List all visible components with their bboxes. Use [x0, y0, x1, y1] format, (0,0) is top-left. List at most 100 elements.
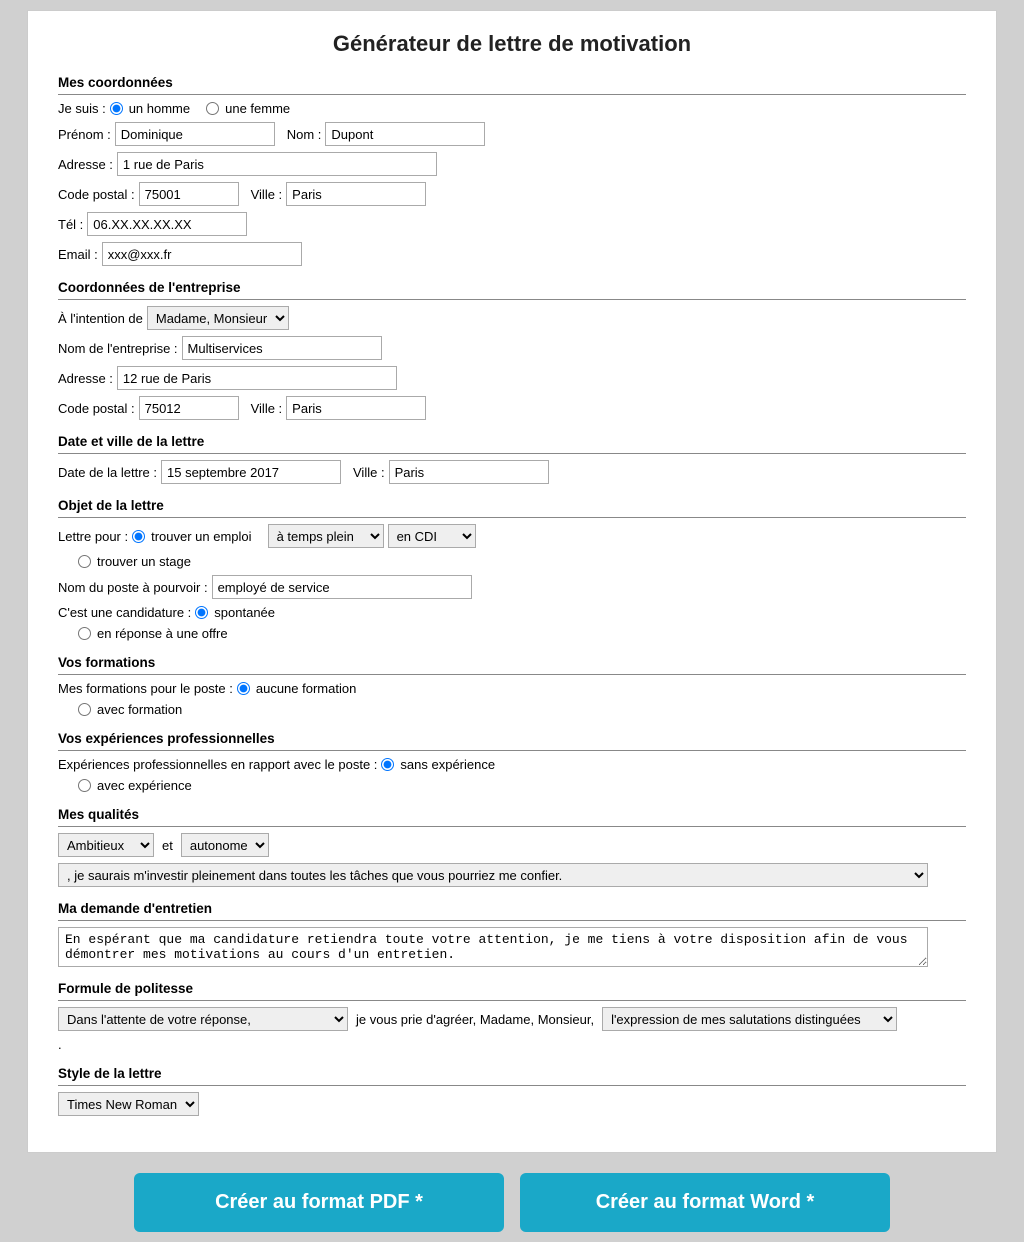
entreprise-nom-label: Nom de l'entreprise : [58, 341, 178, 356]
entreprise-adresse-row: Adresse : [58, 366, 966, 390]
entreprise-codepostal-row: Code postal : Ville : [58, 396, 966, 420]
emploi-radio[interactable] [132, 530, 145, 543]
style-font-select[interactable]: Times New Roman Arial Calibri Georgia [58, 1092, 199, 1116]
poste-row: Nom du poste à pourvoir : [58, 575, 966, 599]
gender-femme-label[interactable]: une femme [206, 101, 290, 116]
section-entretien-title: Ma demande d'entretien [58, 901, 966, 921]
date-ville-input[interactable] [389, 460, 549, 484]
entreprise-nom-row: Nom de l'entreprise : [58, 336, 966, 360]
stage-radio[interactable] [78, 555, 91, 568]
reponse-radio[interactable] [78, 627, 91, 640]
entretien-row: En espérant que ma candidature retiendra… [58, 927, 966, 967]
candidature-row: C'est une candidature : spontanée [58, 605, 966, 620]
experiences-row: Expériences professionnelles en rapport … [58, 757, 966, 772]
nom-label: Nom : [287, 127, 322, 142]
adresse-input[interactable] [117, 152, 437, 176]
qualite2-select[interactable]: autonome motivé organisé curieux [181, 833, 269, 857]
date-label: Date de la lettre : [58, 465, 157, 480]
entreprise-ville-label: Ville : [251, 401, 283, 416]
adresse-row: Adresse : [58, 152, 966, 176]
stage-radio-label[interactable]: trouver un stage [78, 554, 191, 569]
spontanee-radio[interactable] [195, 606, 208, 619]
lettre-pour-label: Lettre pour : [58, 529, 128, 544]
formule-fin-select[interactable]: l'expression de mes salutations distingu… [602, 1007, 897, 1031]
email-row: Email : [58, 242, 966, 266]
temps-select[interactable]: à temps plein à temps partiel [268, 524, 384, 548]
sans-exp-label[interactable]: sans expérience [381, 757, 495, 772]
section-entreprise-title: Coordonnées de l'entreprise [58, 280, 966, 300]
formule-milieu-text: je vous prie d'agréer, Madame, Monsieur, [356, 1012, 594, 1027]
avec-formation-label[interactable]: avec formation [78, 702, 182, 717]
date-row: Date de la lettre : Ville : [58, 460, 966, 484]
qualite1-select[interactable]: Ambitieux Sérieux Dynamique Créatif Rigo… [58, 833, 154, 857]
gender-label: Je suis : [58, 101, 106, 116]
entretien-textarea[interactable]: En espérant que ma candidature retiendra… [58, 927, 928, 967]
avec-exp-row: avec expérience [78, 778, 966, 793]
candidature-label: C'est une candidature : [58, 605, 191, 620]
section-style-title: Style de la lettre [58, 1066, 966, 1086]
codepostal-input[interactable] [139, 182, 239, 206]
entreprise-adresse-input[interactable] [117, 366, 397, 390]
section-objet-title: Objet de la lettre [58, 498, 966, 518]
create-word-button[interactable]: Créer au format Word * [520, 1173, 890, 1232]
avec-formation-row: avec formation [78, 702, 966, 717]
tel-input[interactable] [87, 212, 247, 236]
aucune-formation-label[interactable]: aucune formation [237, 681, 356, 696]
lettre-pour-row: Lettre pour : trouver un emploi à temps … [58, 524, 966, 548]
formule-dot: . [58, 1037, 966, 1052]
nom-input[interactable] [325, 122, 485, 146]
section-experiences-title: Vos expériences professionnelles [58, 731, 966, 751]
page-title: Générateur de lettre de motivation [58, 31, 966, 57]
gender-homme-radio[interactable] [110, 102, 123, 115]
section-coordonnees-title: Mes coordonnées [58, 75, 966, 95]
gender-femme-radio[interactable] [206, 102, 219, 115]
section-formule-title: Formule de politesse [58, 981, 966, 1001]
intention-select[interactable]: Madame, Monsieur Madame Monsieur Au resp… [147, 306, 289, 330]
gender-homme-label[interactable]: un homme [110, 101, 190, 116]
sans-exp-radio[interactable] [381, 758, 394, 771]
prenom-nom-row: Prénom : Nom : [58, 122, 966, 146]
formations-row: Mes formations pour le poste : aucune fo… [58, 681, 966, 696]
experiences-label: Expériences professionnelles en rapport … [58, 757, 377, 772]
entreprise-ville-input[interactable] [286, 396, 426, 420]
entreprise-nom-input[interactable] [182, 336, 382, 360]
adresse-label: Adresse : [58, 157, 113, 172]
ville-input[interactable] [286, 182, 426, 206]
tel-label: Tél : [58, 217, 83, 232]
poste-label: Nom du poste à pourvoir : [58, 580, 208, 595]
codepostal-label: Code postal : [58, 187, 135, 202]
spontanee-label[interactable]: spontanée [195, 605, 275, 620]
formule-debut-select[interactable]: Dans l'attente de votre réponse, En atte… [58, 1007, 348, 1031]
intention-label: À l'intention de [58, 311, 143, 326]
intention-row: À l'intention de Madame, Monsieur Madame… [58, 306, 966, 330]
qualites-row: Ambitieux Sérieux Dynamique Créatif Rigo… [58, 833, 966, 857]
reponse-row: en réponse à une offre [78, 626, 966, 641]
date-ville-label: Ville : [353, 465, 385, 480]
avec-exp-radio[interactable] [78, 779, 91, 792]
poste-input[interactable] [212, 575, 472, 599]
codepostal-ville-row: Code postal : Ville : [58, 182, 966, 206]
qualite-phrase-select[interactable]: , je saurais m'investir pleinement dans … [58, 863, 928, 887]
aucune-formation-radio[interactable] [237, 682, 250, 695]
formule-row: Dans l'attente de votre réponse, En atte… [58, 1007, 966, 1031]
entreprise-codepostal-input[interactable] [139, 396, 239, 420]
contrat-select[interactable]: en CDI en CDD en intérim [388, 524, 476, 548]
gender-row: Je suis : un homme une femme [58, 101, 966, 116]
qualite-phrase-row: , je saurais m'investir pleinement dans … [58, 863, 966, 887]
create-pdf-button[interactable]: Créer au format PDF * [134, 1173, 504, 1232]
avec-formation-radio[interactable] [78, 703, 91, 716]
tel-row: Tél : [58, 212, 966, 236]
date-input[interactable] [161, 460, 341, 484]
main-card: Générateur de lettre de motivation Mes c… [27, 10, 997, 1153]
stage-row: trouver un stage [78, 554, 966, 569]
prenom-label: Prénom : [58, 127, 111, 142]
section-formations-title: Vos formations [58, 655, 966, 675]
entreprise-codepostal-label: Code postal : [58, 401, 135, 416]
style-row: Times New Roman Arial Calibri Georgia [58, 1092, 966, 1116]
reponse-radio-label[interactable]: en réponse à une offre [78, 626, 228, 641]
email-input[interactable] [102, 242, 302, 266]
emploi-radio-label[interactable]: trouver un emploi [132, 529, 251, 544]
formations-label: Mes formations pour le poste : [58, 681, 233, 696]
prenom-input[interactable] [115, 122, 275, 146]
avec-exp-label[interactable]: avec expérience [78, 778, 192, 793]
